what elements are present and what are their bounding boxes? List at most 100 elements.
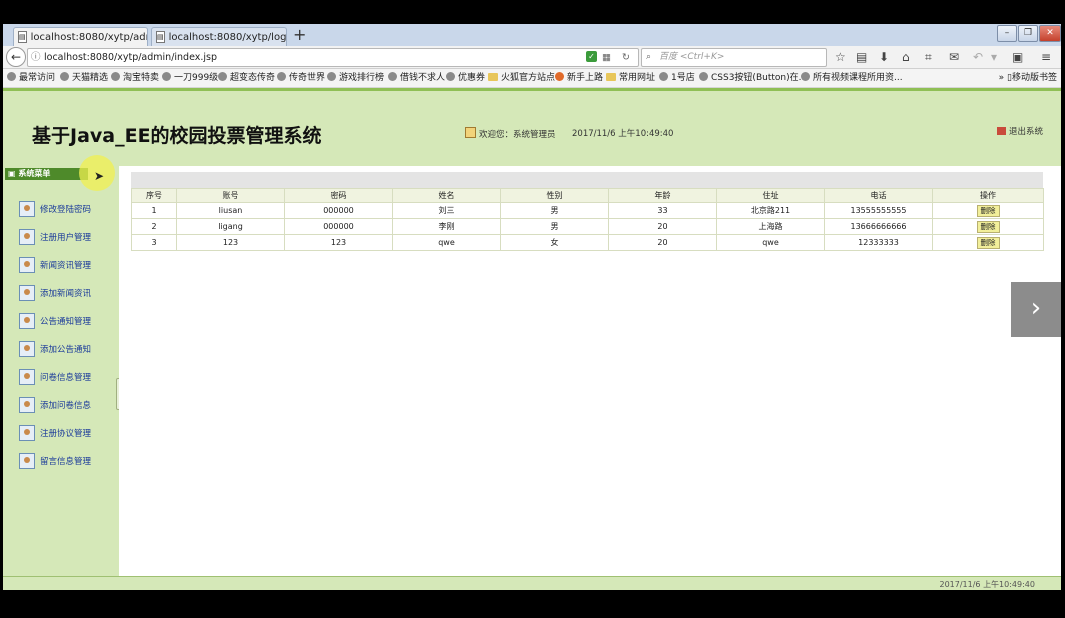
menu-item-notice-management[interactable]: 公告通知管理 bbox=[19, 312, 91, 330]
table-cell: 刘三 bbox=[392, 202, 501, 219]
column-header: 住址 bbox=[716, 188, 825, 203]
crop-icon[interactable]: ⌗ bbox=[925, 50, 932, 64]
bookmark-icon bbox=[659, 72, 668, 81]
bookmark-item[interactable]: 游戏排行榜 bbox=[327, 72, 384, 84]
menu-item-message-management[interactable]: 留言信息管理 bbox=[19, 452, 91, 470]
table-cell: 123 bbox=[284, 234, 393, 251]
menu-item-news-management[interactable]: 新闻资讯管理 bbox=[19, 256, 91, 274]
search-input[interactable]: ⌕ 百度 <Ctrl+K> bbox=[641, 48, 827, 67]
bookmark-label: 1号店 bbox=[671, 73, 695, 83]
table-cell: 000000 bbox=[284, 202, 393, 219]
delete-button[interactable]: 删除 bbox=[976, 204, 1000, 217]
logout-icon bbox=[997, 127, 1006, 135]
bookmark-item[interactable]: 火狐官方站点 bbox=[488, 72, 555, 84]
bookmark-label: 淘宝特卖 bbox=[123, 73, 160, 83]
close-window-button[interactable]: ✕ bbox=[1039, 25, 1061, 42]
firefox-icon bbox=[555, 72, 564, 81]
bookmark-label: 所有视频课程所用资... bbox=[813, 73, 903, 83]
menu-item-agreement-management[interactable]: 注册协议管理 bbox=[19, 424, 91, 442]
table-cell: 男 bbox=[500, 202, 609, 219]
column-header: 姓名 bbox=[392, 188, 501, 203]
table-cell: qwe bbox=[716, 234, 825, 251]
menu-item-add-news[interactable]: 添加新闻资讯 bbox=[19, 284, 91, 302]
menu-item-label: 问卷信息管理 bbox=[40, 373, 92, 383]
table-cell: 13555555555 bbox=[824, 202, 933, 219]
chevron-right-icon[interactable]: › bbox=[1011, 282, 1061, 337]
table-cell: 删除 bbox=[932, 218, 1044, 235]
menu-item-label: 添加公告通知 bbox=[40, 345, 92, 355]
bookmark-item[interactable]: 超变态传奇 bbox=[218, 72, 275, 84]
bookmark-item[interactable]: 所有视频课程所用资... bbox=[801, 72, 903, 84]
delete-button[interactable]: 删除 bbox=[976, 236, 1000, 249]
footer-clock: 2017/11/6 上午10:49:40 bbox=[939, 580, 1036, 589]
column-header: 电话 bbox=[824, 188, 933, 203]
chevron-down-icon[interactable]: ▾ bbox=[991, 50, 997, 64]
column-header: 密码 bbox=[284, 188, 393, 203]
maximize-button[interactable]: ❐ bbox=[1018, 25, 1038, 42]
welcome-label: 欢迎您：系统管理员 bbox=[479, 130, 556, 140]
user-icon bbox=[19, 369, 35, 385]
menu-item-add-survey[interactable]: 添加问卷信息 bbox=[19, 396, 91, 414]
download-icon[interactable]: ⬇ bbox=[879, 50, 889, 64]
address-bar[interactable]: ⓘ localhost:8080/xytp/admin/index.jsp ✓ … bbox=[27, 48, 639, 67]
bookmark-item[interactable]: 天猫精选 bbox=[60, 72, 108, 84]
reading-list-icon[interactable]: ▤ bbox=[856, 50, 867, 64]
table-row: 1 liusan 000000 刘三 男 33 北京路211 135555555… bbox=[131, 202, 1044, 219]
menu-item-change-password[interactable]: 修改登陆密码 bbox=[19, 200, 91, 218]
user-icon bbox=[19, 201, 35, 217]
back-button[interactable]: ← bbox=[6, 47, 26, 67]
table-cell: 20 bbox=[608, 234, 717, 251]
mobile-bookmarks[interactable]: » ▯移动版书签 bbox=[999, 72, 1057, 84]
bookmark-icon bbox=[7, 72, 16, 81]
home-icon[interactable]: ⌂ bbox=[902, 50, 910, 64]
bookmark-item[interactable]: 最常访问 bbox=[7, 72, 55, 84]
navigation-bar: ← ⓘ localhost:8080/xytp/admin/index.jsp … bbox=[3, 46, 1061, 69]
bookmark-label: 常用网址 bbox=[619, 73, 656, 83]
bookmark-item[interactable]: 优惠券 bbox=[446, 72, 485, 84]
menu-item-add-notice[interactable]: 添加公告通知 bbox=[19, 340, 91, 358]
new-tab-button[interactable]: + bbox=[293, 26, 306, 44]
bookmark-item[interactable]: 新手上路 bbox=[555, 72, 603, 84]
menu-icon[interactable]: ≡ bbox=[1041, 50, 1051, 64]
site-header: 基于Java_EE的校园投票管理系统 欢迎您：系统管理员 2017/11/6 上… bbox=[3, 88, 1061, 169]
bookmark-label: 借钱不求人 bbox=[400, 73, 446, 83]
menu-item-label: 添加新闻资讯 bbox=[40, 289, 92, 299]
user-icon bbox=[19, 341, 35, 357]
menu-title: ▣ 系统菜单 bbox=[5, 168, 88, 180]
tab-strip: ▤ localhost:8080/xytp/admin ✕ ▤ localhos… bbox=[3, 24, 1061, 46]
menu-item-label: 注册协议管理 bbox=[40, 429, 92, 439]
table-cell: 北京路211 bbox=[716, 202, 825, 219]
chat-icon[interactable]: ✉ bbox=[949, 50, 959, 64]
bookmark-item[interactable]: 常用网址 bbox=[606, 72, 655, 84]
star-icon[interactable]: ☆ bbox=[835, 50, 846, 64]
refresh-icon[interactable]: ↻ bbox=[622, 49, 630, 66]
browser-tab-admin[interactable]: ▤ localhost:8080/xytp/admin ✕ bbox=[13, 27, 148, 46]
qr-code-icon[interactable]: ▦ bbox=[602, 49, 611, 66]
user-icon bbox=[19, 257, 35, 273]
bookmark-label: 新手上路 bbox=[567, 73, 604, 83]
table-cell: qwe bbox=[392, 234, 501, 251]
bookmark-item[interactable]: 1号店 bbox=[659, 72, 695, 84]
column-header: 操作 bbox=[932, 188, 1044, 203]
status-footer: 2017/11/6 上午10:49:40 bbox=[3, 576, 1061, 590]
menu-item-survey-management[interactable]: 问卷信息管理 bbox=[19, 368, 91, 386]
translate-icon[interactable]: ▣ bbox=[1012, 50, 1023, 64]
logout-link[interactable]: 退出系统 bbox=[997, 125, 1043, 137]
menu-item-user-management[interactable]: 注册用户管理 bbox=[19, 228, 91, 246]
browser-tab-login[interactable]: ▤ localhost:8080/xytp/login.j ✕ bbox=[151, 27, 287, 46]
bookmark-item[interactable]: 传奇世界 bbox=[277, 72, 325, 84]
table-cell: 000000 bbox=[284, 218, 393, 235]
bookmark-icon bbox=[162, 72, 171, 81]
shield-icon[interactable]: ✓ bbox=[586, 51, 597, 62]
bookmark-item[interactable]: 借钱不求人 bbox=[388, 72, 445, 84]
bookmark-icon bbox=[277, 72, 286, 81]
bookmark-item[interactable]: 淘宝特卖 bbox=[111, 72, 159, 84]
delete-button[interactable]: 删除 bbox=[976, 220, 1000, 233]
info-icon[interactable]: ⓘ bbox=[31, 49, 41, 66]
welcome-text: 欢迎您：系统管理员 bbox=[465, 127, 556, 140]
bookmark-item[interactable]: 一刀999级 bbox=[162, 72, 218, 84]
menu-item-label: 公告通知管理 bbox=[40, 317, 92, 327]
undo-icon[interactable]: ↶ bbox=[973, 50, 983, 64]
minimize-button[interactable]: – bbox=[997, 25, 1017, 42]
bookmark-item[interactable]: CSS3按钮(Button)在... bbox=[699, 72, 807, 84]
